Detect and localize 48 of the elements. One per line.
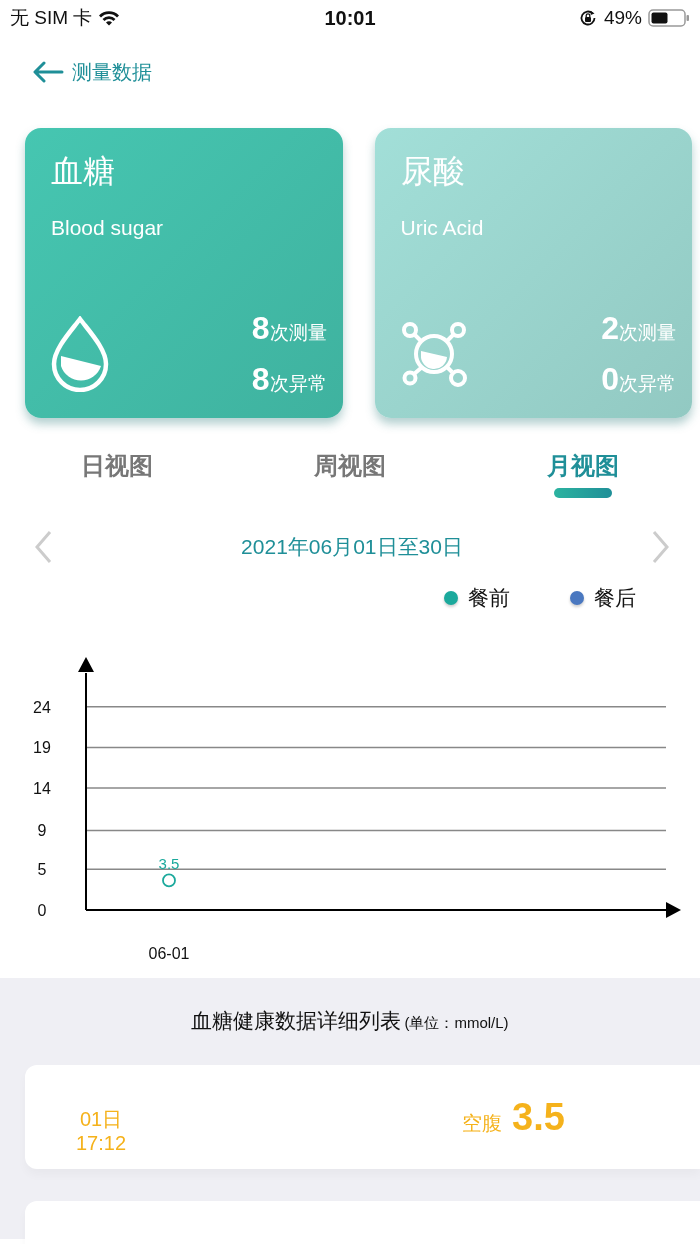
date-range: 2021年06月01日至30日 — [241, 534, 463, 560]
legend-label: 餐前 — [468, 585, 510, 611]
count-label: 次异常 — [619, 372, 676, 396]
battery-icon — [648, 8, 690, 28]
y-tick-label: 0 — [37, 902, 47, 919]
record-type: 空腹 — [462, 1110, 502, 1136]
legend-label: 餐后 — [594, 585, 636, 611]
y-tick-label: 24 — [33, 698, 51, 716]
record-time: 17:12 — [75, 1131, 127, 1155]
card-subtitle: Uric Acid — [400, 216, 485, 240]
clock-text: 10:01 — [324, 6, 376, 30]
tab-indicator — [554, 488, 613, 498]
count-number: 8 — [251, 310, 270, 347]
y-tick-label: 19 — [33, 739, 51, 757]
view-tab[interactable]: 日视图 — [0, 444, 234, 488]
count-label: 次测量 — [269, 321, 327, 345]
y-tick-label: 5 — [37, 861, 47, 879]
drop-icon — [51, 316, 109, 392]
record-value: 3.5 — [512, 1095, 565, 1139]
count-number: 2 — [601, 310, 619, 347]
page-title: 测量数据 — [72, 59, 152, 85]
battery-percent: 49% — [603, 7, 642, 29]
data-label: 3.5 — [158, 855, 180, 873]
card-subtitle: Blood sugar — [51, 216, 165, 240]
wifi-icon — [98, 10, 121, 26]
measurement-card[interactable]: 血糖 Blood sugar 8次测量 8次异常 — [25, 128, 343, 418]
next-button[interactable] — [652, 530, 670, 564]
previous-button[interactable] — [34, 530, 52, 564]
x-tick-label: 06-01 — [148, 945, 190, 962]
carrier-text: 无 SIM 卡 — [10, 6, 93, 30]
view-tab[interactable]: 周视图 — [233, 444, 467, 488]
y-tick-label: 9 — [37, 822, 47, 840]
molecule-icon — [400, 321, 467, 387]
count-label: 次测量 — [619, 321, 676, 345]
record-day: 01日 — [79, 1107, 123, 1131]
unit-label: (单位：mmol/L) — [404, 1014, 509, 1033]
card-title: 尿酸 — [400, 152, 466, 191]
count-label: 次异常 — [269, 372, 327, 396]
chevron-right-icon — [652, 530, 670, 564]
count-number: 0 — [601, 361, 619, 398]
y-tick-label: 14 — [33, 780, 51, 798]
back-arrow-icon — [32, 61, 64, 83]
view-tab[interactable]: 月视图 — [466, 444, 700, 488]
list-title: 血糖健康数据详细列表 — [191, 1008, 402, 1034]
card-title: 血糖 — [51, 152, 116, 191]
count-number: 8 — [251, 361, 270, 398]
chevron-left-icon — [34, 530, 52, 564]
back-button[interactable] — [32, 61, 64, 83]
